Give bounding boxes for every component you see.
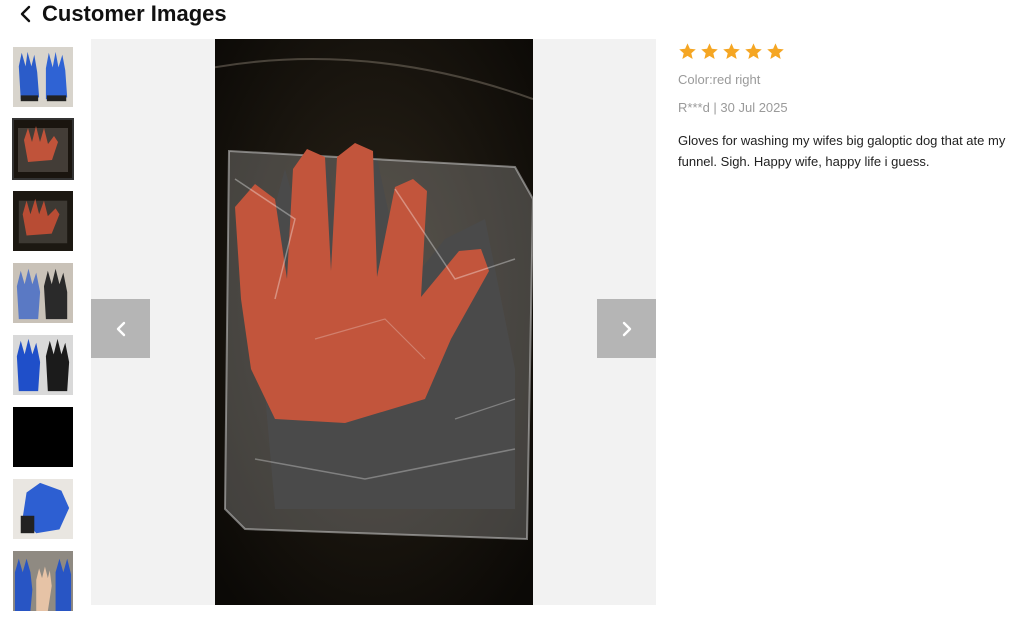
chevron-right-icon (622, 321, 631, 336)
main-photo (215, 39, 533, 605)
thumbnail-blue-glove-hand[interactable] (12, 478, 74, 540)
star-icon (701, 42, 718, 59)
thumbnail-red-glove-package[interactable] (12, 118, 74, 180)
chevron-left-icon (116, 321, 125, 336)
review-text: Gloves for washing my wifes big galoptic… (678, 133, 1006, 169)
thumbnail-blue-gloves[interactable] (12, 46, 74, 108)
chevron-left-icon (20, 5, 31, 23)
thumbnail-gloves-dark[interactable] (12, 334, 74, 396)
thumbnail-gloves-with-hand[interactable] (12, 550, 74, 612)
thumbnail-red-glove[interactable] (12, 190, 74, 252)
review-author-date: R***d | 30 Jul 2025 (678, 100, 788, 115)
back-button[interactable] (14, 2, 38, 26)
image-viewer (91, 39, 656, 605)
star-icon (767, 42, 784, 59)
star-rating (678, 40, 1018, 62)
star-icon (679, 42, 696, 59)
star-icon (745, 42, 762, 59)
review-panel: Color:red right R***d | 30 Jul 2025 Glov… (678, 40, 1018, 172)
thumbnail-two-gloves[interactable] (12, 262, 74, 324)
next-image-button[interactable] (597, 299, 656, 358)
review-color-variant: Color:red right (678, 72, 761, 87)
page-header: Customer Images (0, 0, 1024, 32)
thumbnail-black[interactable] (12, 406, 74, 468)
page-title: Customer Images (42, 1, 227, 26)
star-icon (723, 42, 740, 59)
thumbnail-list (12, 46, 78, 622)
previous-image-button[interactable] (91, 299, 150, 358)
